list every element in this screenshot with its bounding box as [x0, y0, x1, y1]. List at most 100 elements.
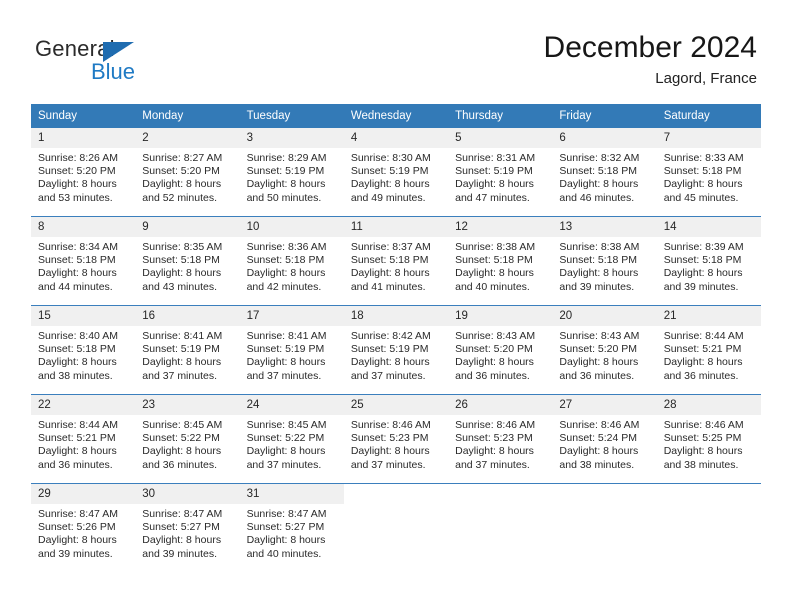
sunset-time: Sunset: 5:19 PM: [246, 343, 325, 356]
calendar-week-row: 22 Sunrise: 8:44 AM Sunset: 5:21 PM Dayligh…: [31, 394, 761, 484]
daylight-duration-line2: and 38 minutes.: [38, 369, 113, 382]
day-cell-inner: 23 Sunrise: 8:45 AM Sunset: 5:22 PM Dayligh…: [135, 395, 240, 483]
calendar-day-cell[interactable]: 13 Sunrise: 8:38 AM Sunset: 5:18 PM Dayligh…: [552, 216, 657, 306]
daylight-duration-line2: and 37 minutes.: [142, 369, 217, 382]
daylight-duration-line1: Daylight: 8 hours: [663, 178, 743, 191]
day-sun-info: Sunrise: 8:40 AM Sunset: 5:18 PM Daylight:…: [31, 326, 135, 383]
sunrise-time: Sunrise: 8:33 AM: [663, 152, 744, 164]
calendar-day-cell[interactable]: 20 Sunrise: 8:43 AM Sunset: 5:20 PM Dayligh…: [552, 305, 657, 395]
day-cell-inner: 3 Sunrise: 8:29 AM Sunset: 5:19 PM Daylight…: [239, 128, 344, 216]
sunset-time: Sunset: 5:25 PM: [663, 432, 742, 445]
calendar-day-cell[interactable]: 27 Sunrise: 8:46 AM Sunset: 5:24 PM Dayligh…: [552, 394, 657, 484]
sunrise-time: Sunrise: 8:41 AM: [142, 330, 223, 342]
calendar-day-cell[interactable]: 31 Sunrise: 8:47 AM Sunset: 5:27 PM Dayligh…: [239, 483, 344, 572]
sunrise-time: Sunrise: 8:41 AM: [246, 330, 327, 342]
sunrise-time: Sunrise: 8:35 AM: [142, 241, 223, 253]
daylight-duration-line2: and 46 minutes.: [559, 191, 635, 204]
calendar-day-cell[interactable]: 19 Sunrise: 8:43 AM Sunset: 5:20 PM Dayligh…: [448, 305, 553, 395]
general-blue-logo[interactable]: General Blue: [35, 36, 235, 92]
day-cell-inner: 1 Sunrise: 8:26 AM Sunset: 5:20 PM Daylight…: [31, 128, 136, 216]
calendar-page: General Blue December 2024 Lagord, Franc…: [0, 0, 792, 612]
calendar-day-cell[interactable]: 1 Sunrise: 8:26 AM Sunset: 5:20 PM Daylight…: [31, 128, 136, 217]
daylight-duration-line1: Daylight: 8 hours: [559, 356, 639, 369]
calendar-day-cell[interactable]: 7 Sunrise: 8:33 AM Sunset: 5:18 PM Daylight…: [656, 128, 761, 217]
day-number: 27: [552, 395, 657, 415]
calendar-day-cell[interactable]: 10 Sunrise: 8:36 AM Sunset: 5:18 PM Dayligh…: [239, 216, 344, 306]
sunrise-time: Sunrise: 8:43 AM: [455, 330, 536, 342]
calendar-day-cell[interactable]: 8 Sunrise: 8:34 AM Sunset: 5:18 PM Daylight…: [31, 216, 136, 306]
day-sun-info: Sunrise: 8:30 AM Sunset: 5:19 PM Daylight:…: [344, 148, 448, 205]
weekday-header-wednesday: Wednesday: [343, 104, 449, 128]
day-number: 28: [656, 395, 761, 415]
sunrise-time: Sunrise: 8:43 AM: [559, 330, 640, 342]
daylight-duration-line1: Daylight: 8 hours: [246, 267, 326, 280]
calendar-body: 1 Sunrise: 8:26 AM Sunset: 5:20 PM Daylight…: [31, 128, 761, 572]
day-number: 22: [31, 395, 136, 415]
calendar-day-cell[interactable]: 22 Sunrise: 8:44 AM Sunset: 5:21 PM Dayligh…: [31, 394, 136, 484]
calendar-empty-cell: [552, 483, 657, 572]
calendar-day-cell[interactable]: 6 Sunrise: 8:32 AM Sunset: 5:18 PM Daylight…: [552, 128, 657, 217]
day-sun-info: Sunrise: 8:41 AM Sunset: 5:19 PM Daylight:…: [240, 326, 344, 383]
calendar-day-cell[interactable]: 12 Sunrise: 8:38 AM Sunset: 5:18 PM Dayligh…: [448, 216, 553, 306]
daylight-duration-line1: Daylight: 8 hours: [246, 534, 326, 547]
weekday-header-sunday: Sunday: [31, 104, 136, 128]
sunset-time: Sunset: 5:19 PM: [455, 165, 533, 178]
sunrise-time: Sunrise: 8:36 AM: [246, 241, 327, 253]
calendar-day-cell[interactable]: 5 Sunrise: 8:31 AM Sunset: 5:19 PM Daylight…: [448, 128, 553, 217]
calendar-day-cell[interactable]: 4 Sunrise: 8:30 AM Sunset: 5:19 PM Daylight…: [343, 128, 449, 217]
daylight-duration-line1: Daylight: 8 hours: [38, 445, 117, 458]
calendar-day-cell[interactable]: 21 Sunrise: 8:44 AM Sunset: 5:21 PM Dayligh…: [656, 305, 761, 395]
weekday-header-monday: Monday: [135, 104, 240, 128]
sunset-time: Sunset: 5:20 PM: [142, 165, 220, 178]
sunset-time: Sunset: 5:18 PM: [559, 254, 638, 267]
calendar-day-cell[interactable]: 29 Sunrise: 8:47 AM Sunset: 5:26 PM Dayligh…: [31, 483, 136, 572]
calendar-day-cell[interactable]: 3 Sunrise: 8:29 AM Sunset: 5:19 PM Daylight…: [239, 128, 344, 217]
sunrise-time: Sunrise: 8:39 AM: [663, 241, 744, 253]
daylight-duration-line1: Daylight: 8 hours: [350, 356, 430, 369]
calendar-week-row: 15 Sunrise: 8:40 AM Sunset: 5:18 PM Dayligh…: [31, 305, 761, 395]
daylight-duration-line2: and 47 minutes.: [455, 191, 530, 204]
sunset-time: Sunset: 5:18 PM: [663, 254, 742, 267]
day-sun-info: Sunrise: 8:45 AM Sunset: 5:22 PM Daylight:…: [135, 415, 239, 472]
calendar-day-cell[interactable]: 28 Sunrise: 8:46 AM Sunset: 5:25 PM Dayligh…: [656, 394, 761, 484]
calendar-day-cell[interactable]: 26 Sunrise: 8:46 AM Sunset: 5:23 PM Dayligh…: [448, 394, 553, 484]
sunrise-time: Sunrise: 8:40 AM: [38, 330, 118, 342]
day-cell-inner: 22 Sunrise: 8:44 AM Sunset: 5:21 PM Dayligh…: [31, 395, 136, 483]
calendar-day-cell[interactable]: 30 Sunrise: 8:47 AM Sunset: 5:27 PM Dayligh…: [135, 483, 240, 572]
calendar-day-cell[interactable]: 14 Sunrise: 8:39 AM Sunset: 5:18 PM Dayligh…: [656, 216, 761, 306]
daylight-duration-line1: Daylight: 8 hours: [350, 267, 430, 280]
daylight-duration-line2: and 36 minutes.: [663, 369, 739, 382]
daylight-duration-line1: Daylight: 8 hours: [38, 178, 117, 191]
calendar-header-row: Sunday Monday Tuesday Wednesday Thursday…: [31, 104, 761, 128]
day-number: 25: [343, 395, 449, 415]
day-sun-info: Sunrise: 8:46 AM Sunset: 5:23 PM Daylight:…: [344, 415, 448, 472]
calendar-day-cell[interactable]: 2 Sunrise: 8:27 AM Sunset: 5:20 PM Daylight…: [135, 128, 240, 217]
calendar-day-cell[interactable]: 15 Sunrise: 8:40 AM Sunset: 5:18 PM Dayligh…: [31, 305, 136, 395]
day-cell-inner: 21 Sunrise: 8:44 AM Sunset: 5:21 PM Dayligh…: [656, 306, 761, 394]
calendar-day-cell[interactable]: 16 Sunrise: 8:41 AM Sunset: 5:19 PM Dayligh…: [135, 305, 240, 395]
sunrise-sunset-calendar: Sunday Monday Tuesday Wednesday Thursday…: [31, 104, 761, 572]
daylight-duration-line2: and 43 minutes.: [142, 280, 217, 293]
calendar-day-cell[interactable]: 25 Sunrise: 8:46 AM Sunset: 5:23 PM Dayligh…: [343, 394, 449, 484]
day-cell-inner: 10 Sunrise: 8:36 AM Sunset: 5:18 PM Dayligh…: [239, 217, 344, 305]
sunrise-time: Sunrise: 8:34 AM: [38, 241, 118, 253]
daylight-duration-line1: Daylight: 8 hours: [246, 445, 326, 458]
calendar-day-cell[interactable]: 23 Sunrise: 8:45 AM Sunset: 5:22 PM Dayligh…: [135, 394, 240, 484]
day-sun-info: Sunrise: 8:32 AM Sunset: 5:18 PM Daylight:…: [552, 148, 656, 205]
sunrise-time: Sunrise: 8:46 AM: [663, 419, 744, 431]
calendar-day-cell[interactable]: 11 Sunrise: 8:37 AM Sunset: 5:18 PM Dayligh…: [343, 216, 449, 306]
calendar-day-cell[interactable]: 17 Sunrise: 8:41 AM Sunset: 5:19 PM Dayligh…: [239, 305, 344, 395]
day-sun-info: Sunrise: 8:47 AM Sunset: 5:27 PM Daylight:…: [240, 504, 344, 561]
sunrise-time: Sunrise: 8:47 AM: [246, 508, 327, 520]
daylight-duration-line1: Daylight: 8 hours: [663, 267, 743, 280]
daylight-duration-line1: Daylight: 8 hours: [142, 534, 222, 547]
daylight-duration-line2: and 37 minutes.: [350, 458, 426, 471]
sunrise-time: Sunrise: 8:45 AM: [246, 419, 327, 431]
day-number: 15: [31, 306, 136, 326]
calendar-day-cell[interactable]: 24 Sunrise: 8:45 AM Sunset: 5:22 PM Dayligh…: [239, 394, 344, 484]
calendar-day-cell[interactable]: 9 Sunrise: 8:35 AM Sunset: 5:18 PM Daylight…: [135, 216, 240, 306]
day-cell-inner: 7 Sunrise: 8:33 AM Sunset: 5:18 PM Daylight…: [656, 128, 761, 216]
sunset-time: Sunset: 5:18 PM: [455, 254, 533, 267]
day-number: [448, 484, 553, 504]
calendar-day-cell[interactable]: 18 Sunrise: 8:42 AM Sunset: 5:19 PM Dayligh…: [343, 305, 449, 395]
